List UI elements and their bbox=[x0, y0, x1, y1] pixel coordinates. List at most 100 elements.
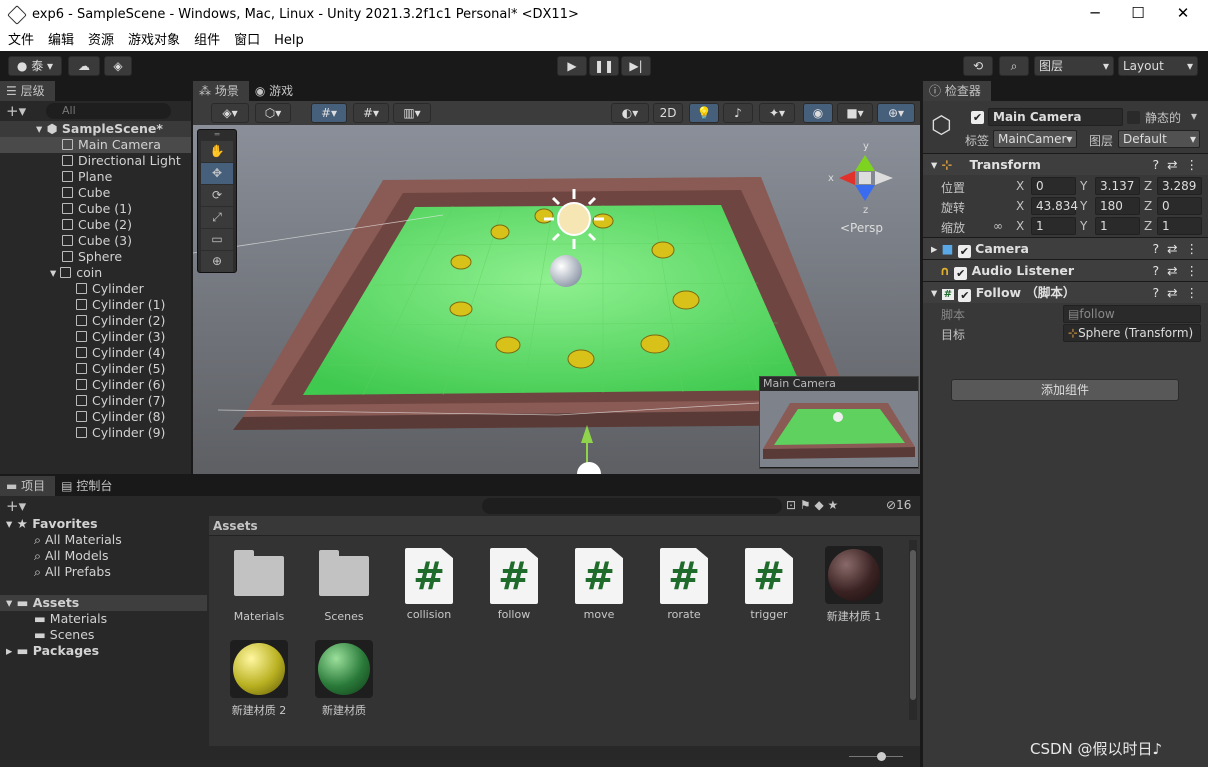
perspective-label[interactable]: <Persp bbox=[840, 221, 883, 235]
folder-item[interactable]: ▬ Scenes bbox=[0, 627, 207, 643]
static-checkbox[interactable] bbox=[1127, 111, 1140, 124]
gizmos-button[interactable]: ⊕▾ bbox=[877, 103, 915, 123]
favorites-item[interactable]: ▾ ★ Favorites bbox=[0, 516, 207, 532]
tab-game[interactable]: ◉ 游戏 bbox=[249, 81, 303, 101]
tab-hierarchy[interactable]: ☰ 层级 bbox=[0, 81, 55, 101]
active-checkbox[interactable]: ✔ bbox=[971, 111, 984, 124]
hierarchy-child[interactable]: Cylinder (7) bbox=[0, 393, 191, 409]
layer-dropdown[interactable]: Default ▾ bbox=[1118, 130, 1200, 148]
asset-breadcrumb[interactable]: Assets bbox=[209, 516, 920, 536]
history-icon[interactable]: ⟲ bbox=[963, 56, 993, 76]
audio-icon[interactable]: ♪ bbox=[723, 103, 753, 123]
hidden-count[interactable]: ⊘16 bbox=[886, 498, 911, 512]
pos-z-field[interactable]: 3.289 bbox=[1157, 177, 1202, 195]
camera-enabled-checkbox[interactable]: ✔ bbox=[957, 245, 971, 258]
audio-listener-header[interactable]: ∩ ✔ Audio Listener ? ⇄ ⋮ bbox=[923, 259, 1208, 281]
shading-button[interactable]: ⬡▾ bbox=[255, 103, 291, 123]
menu-help[interactable]: Help bbox=[266, 31, 310, 51]
assets-folder-item[interactable]: ▾ ▬ Assets bbox=[0, 595, 207, 611]
cloud-icon[interactable]: ☁ bbox=[68, 56, 100, 76]
fav-item[interactable]: ⌕ All Prefabs bbox=[0, 564, 207, 580]
draw-mode-button[interactable]: ◈▾ bbox=[211, 103, 249, 123]
step-button[interactable]: ▶| bbox=[621, 56, 651, 76]
component-menu-icons[interactable]: ? ⇄ ⋮ bbox=[1152, 238, 1198, 259]
filter-icons[interactable]: ⊡ ⚑ ◆ ★ bbox=[786, 498, 838, 512]
follow-enabled-checkbox[interactable]: ✔ bbox=[958, 289, 972, 302]
maximize-button[interactable]: ☐ bbox=[1118, 4, 1158, 26]
scale-x-field[interactable]: 1 bbox=[1031, 217, 1076, 235]
asset-item[interactable]: 新建材质 1 bbox=[818, 546, 890, 624]
drag-handle[interactable]: ═ bbox=[198, 130, 236, 140]
asset-item[interactable]: Materials bbox=[223, 548, 295, 623]
hierarchy-item-main-camera[interactable]: Main Camera bbox=[0, 137, 191, 153]
hierarchy-child[interactable]: Cylinder (5) bbox=[0, 361, 191, 377]
collab-icon[interactable]: ◈ bbox=[104, 56, 132, 76]
grid-button[interactable]: #▾ bbox=[353, 103, 389, 123]
render-mode-button[interactable]: ◐▾ bbox=[611, 103, 649, 123]
layout-dropdown[interactable]: Layout ▾ bbox=[1118, 56, 1198, 76]
layers-dropdown[interactable]: 图层 ▾ bbox=[1034, 56, 1114, 76]
scale-y-field[interactable]: 1 bbox=[1095, 217, 1140, 235]
tag-dropdown[interactable]: MainCamer▾ bbox=[993, 130, 1077, 148]
hierarchy-child[interactable]: Cylinder (3) bbox=[0, 329, 191, 345]
camera-component-header[interactable]: ▸ ■ ✔ Camera? ⇄ ⋮ bbox=[923, 237, 1208, 259]
transform-tool-icon[interactable]: ⊕ bbox=[201, 251, 233, 272]
asset-item[interactable]: # collision bbox=[393, 548, 465, 621]
visibility-icon[interactable]: ◉ bbox=[803, 103, 833, 123]
asset-item[interactable]: # trigger bbox=[733, 548, 805, 621]
rot-y-field[interactable]: 180 bbox=[1095, 197, 1140, 215]
rect-tool-icon[interactable]: ▭ bbox=[201, 229, 233, 250]
scrollbar-thumb[interactable] bbox=[910, 550, 916, 700]
fav-item[interactable]: ⌕ All Materials bbox=[0, 532, 207, 548]
search-icon[interactable]: ⌕ bbox=[999, 56, 1029, 76]
link-icon[interactable]: ∞ bbox=[993, 219, 1003, 233]
project-search-input[interactable] bbox=[482, 498, 782, 514]
folder-item[interactable]: ▬ Materials bbox=[0, 611, 207, 627]
component-menu-icons[interactable]: ? ⇄ ⋮ bbox=[1152, 154, 1198, 175]
hierarchy-child[interactable]: Cylinder (9) bbox=[0, 425, 191, 441]
hierarchy-search-input[interactable]: All bbox=[46, 103, 171, 119]
hierarchy-child[interactable]: Cylinder (1) bbox=[0, 297, 191, 313]
object-name-field[interactable]: Main Camera bbox=[988, 108, 1123, 126]
pos-y-field[interactable]: 3.137 bbox=[1095, 177, 1140, 195]
play-button[interactable]: ▶ bbox=[557, 56, 587, 76]
tab-project[interactable]: ▬ 项目 bbox=[0, 476, 56, 496]
pause-button[interactable]: ❚❚ bbox=[589, 56, 619, 76]
add-icon[interactable]: +▾ bbox=[6, 497, 26, 515]
target-field[interactable]: ⊹Sphere (Transform) bbox=[1063, 324, 1201, 342]
rot-x-field[interactable]: 43.834 bbox=[1031, 197, 1078, 215]
lighting-icon[interactable]: 💡 bbox=[689, 103, 719, 123]
add-component-button[interactable]: 添加组件 bbox=[951, 379, 1179, 401]
rotate-tool-icon[interactable]: ⟳ bbox=[201, 185, 233, 206]
menu-edit[interactable]: 编辑 bbox=[40, 31, 80, 51]
hierarchy-item[interactable]: Cube (3) bbox=[0, 233, 191, 249]
scene-root[interactable]: ▾ ⬢ SampleScene* bbox=[0, 121, 191, 137]
hierarchy-item[interactable]: Cube bbox=[0, 185, 191, 201]
menu-file[interactable]: 文件 bbox=[0, 31, 40, 51]
add-icon[interactable]: +▾ bbox=[6, 102, 26, 120]
packages-folder-item[interactable]: ▸ ▬ Packages bbox=[0, 643, 207, 659]
zoom-slider[interactable] bbox=[849, 756, 903, 757]
account-button[interactable]: ● 泰 ▾ bbox=[8, 56, 62, 76]
hierarchy-item[interactable]: Directional Light bbox=[0, 153, 191, 169]
move-tool-icon[interactable]: ✥ bbox=[201, 163, 233, 184]
transform-header[interactable]: ▾ ⊹ Transform? ⇄ ⋮ bbox=[923, 153, 1208, 175]
hierarchy-item[interactable]: Cube (1) bbox=[0, 201, 191, 217]
tab-console[interactable]: ▤ 控制台 bbox=[55, 476, 122, 496]
static-dropdown-icon[interactable]: ▾ bbox=[1191, 109, 1197, 123]
hierarchy-item[interactable]: Cube (2) bbox=[0, 217, 191, 233]
camera-icon[interactable]: ■▾ bbox=[837, 103, 873, 123]
grid-snap-button[interactable]: #▾ bbox=[311, 103, 347, 123]
asset-item[interactable]: Scenes bbox=[308, 548, 380, 623]
hand-tool-icon[interactable]: ✋ bbox=[201, 141, 233, 162]
asset-item[interactable]: 新建材质 bbox=[308, 640, 380, 718]
asset-scrollbar[interactable] bbox=[909, 540, 917, 720]
pos-x-field[interactable]: 0 bbox=[1031, 177, 1076, 195]
ruler-button[interactable]: ▥▾ bbox=[393, 103, 431, 123]
hierarchy-child[interactable]: Cylinder (6) bbox=[0, 377, 191, 393]
asset-item[interactable]: # rorate bbox=[648, 548, 720, 621]
tab-scene[interactable]: ⁂ 场景 bbox=[193, 81, 249, 101]
component-menu-icons[interactable]: ? ⇄ ⋮ bbox=[1152, 282, 1198, 303]
asset-item[interactable]: # move bbox=[563, 548, 635, 621]
hierarchy-child[interactable]: Cylinder (8) bbox=[0, 409, 191, 425]
